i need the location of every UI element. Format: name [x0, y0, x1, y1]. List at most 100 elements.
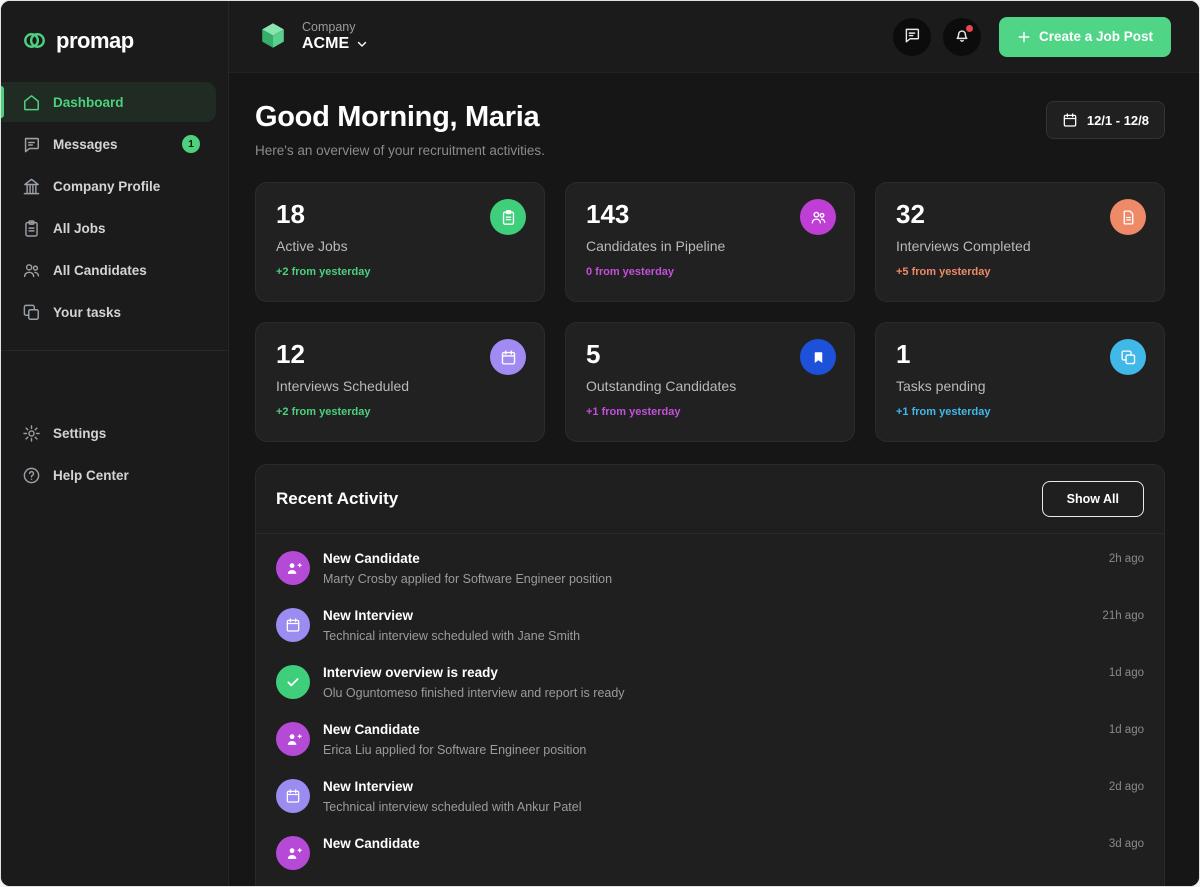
stat-label: Active Jobs [276, 238, 524, 254]
activity-item-title: New Candidate [323, 722, 1096, 737]
stat-label: Interviews Completed [896, 238, 1144, 254]
notification-dot [966, 25, 973, 32]
sidebar-item-label: All Jobs [53, 221, 106, 236]
stat-card-tasks-pending: 1 Tasks pending +1 from yesterday [875, 322, 1165, 442]
sidebar-item-label: Messages [53, 137, 118, 152]
sidebar-item-all-jobs[interactable]: All Jobs [1, 208, 216, 248]
activity-item-title: New Interview [323, 608, 1089, 623]
activity-item-description: Technical interview scheduled with Jane … [323, 629, 1089, 643]
stat-value: 32 [896, 199, 1144, 230]
activity-item-time: 21h ago [1102, 608, 1144, 622]
sidebar-item-label: Help Center [53, 468, 129, 483]
activity-item-title: New Interview [323, 779, 1096, 794]
sidebar-item-label: Settings [53, 426, 106, 441]
stat-value: 18 [276, 199, 524, 230]
activity-item[interactable]: New Candidate Marty Crosby applied for S… [256, 540, 1164, 597]
calendar-icon [276, 608, 310, 642]
stat-label: Interviews Scheduled [276, 378, 524, 394]
company-meta: Company ACME [302, 20, 369, 53]
stat-value: 5 [586, 339, 834, 370]
people-icon [800, 199, 836, 235]
main-area: Company ACME [229, 1, 1199, 886]
date-range-picker[interactable]: 12/1 - 12/8 [1046, 101, 1165, 139]
activity-item-description: Marty Crosby applied for Software Engine… [323, 572, 1096, 586]
tasks-icon [21, 302, 41, 322]
sidebar-divider [1, 350, 228, 351]
company-name: ACME [302, 35, 349, 53]
activity-item-time: 1d ago [1109, 665, 1144, 679]
messages-button[interactable] [893, 18, 931, 56]
sidebar-item-dashboard[interactable]: Dashboard [1, 82, 216, 122]
sidebar-item-messages[interactable]: Messages 1 [1, 124, 216, 164]
building-icon [21, 176, 41, 196]
activity-header: Recent Activity Show All [256, 465, 1164, 534]
chat-icon [21, 134, 41, 154]
stat-label: Outstanding Candidates [586, 378, 834, 394]
activity-item[interactable]: New Candidate 3d ago [256, 825, 1164, 881]
calendar-icon [1062, 112, 1078, 128]
person-add-icon [276, 722, 310, 756]
create-button-label: Create a Job Post [1039, 29, 1153, 44]
sidebar-item-all-candidates[interactable]: All Candidates [1, 250, 216, 290]
recent-activity-panel: Recent Activity Show All New Candidate M… [255, 464, 1165, 886]
activity-item[interactable]: Interview overview is ready Olu Oguntome… [256, 654, 1164, 711]
calendar-icon [490, 339, 526, 375]
activity-item-title: New Candidate [323, 836, 1096, 851]
topbar: Company ACME [229, 1, 1199, 73]
people-icon [21, 260, 41, 280]
check-icon [276, 665, 310, 699]
sidebar-nav: Dashboard Messages 1 Company Profile Al [1, 82, 228, 332]
stat-card-interviews-scheduled: 12 Interviews Scheduled +2 from yesterda… [255, 322, 545, 442]
activity-item-time: 2h ago [1109, 551, 1144, 565]
chat-icon [903, 26, 921, 47]
stat-card-interviews-completed: 32 Interviews Completed +5 from yesterda… [875, 182, 1165, 302]
stat-label: Tasks pending [896, 378, 1144, 394]
create-job-post-button[interactable]: Create a Job Post [999, 17, 1171, 57]
clipboard-icon [490, 199, 526, 235]
person-add-icon [276, 836, 310, 870]
chevron-down-icon [355, 37, 369, 51]
topbar-actions: Create a Job Post [893, 17, 1171, 57]
promap-logo-icon [21, 27, 48, 54]
stat-delta: +1 from yesterday [896, 406, 1144, 418]
show-all-button[interactable]: Show All [1042, 481, 1144, 517]
sidebar-item-help-center[interactable]: Help Center [1, 455, 216, 495]
sidebar-item-label: All Candidates [53, 263, 147, 278]
sidebar-item-settings[interactable]: Settings [1, 413, 216, 453]
sidebar-item-label: Company Profile [53, 179, 160, 194]
company-label: Company [302, 20, 369, 34]
home-icon [21, 92, 41, 112]
stat-delta: +5 from yesterday [896, 266, 1144, 278]
stat-delta: +2 from yesterday [276, 406, 524, 418]
activity-item-description: Olu Oguntomeso finished interview and re… [323, 686, 1096, 700]
stats-grid: 18 Active Jobs +2 from yesterday 143 Can… [255, 182, 1165, 442]
stat-value: 12 [276, 339, 524, 370]
page-title: Good Morning, Maria [255, 101, 545, 134]
stat-card-outstanding-candidates: 5 Outstanding Candidates +1 from yesterd… [565, 322, 855, 442]
sidebar-item-your-tasks[interactable]: Your tasks [1, 292, 216, 332]
sidebar-item-company-profile[interactable]: Company Profile [1, 166, 216, 206]
stat-delta: 0 from yesterday [586, 266, 834, 278]
activity-item-title: Interview overview is ready [323, 665, 1096, 680]
bookmark-icon [800, 339, 836, 375]
date-range-value: 12/1 - 12/8 [1087, 113, 1149, 128]
page-head: Good Morning, Maria Here's an overview o… [255, 101, 1165, 158]
stat-card-active-jobs: 18 Active Jobs +2 from yesterday [255, 182, 545, 302]
page-subtitle: Here's an overview of your recruitment a… [255, 143, 545, 158]
app-root: promap Dashboard Messages 1 Company [0, 0, 1200, 887]
activity-item-time: 1d ago [1109, 722, 1144, 736]
notifications-button[interactable] [943, 18, 981, 56]
stat-delta: +1 from yesterday [586, 406, 834, 418]
stat-label: Candidates in Pipeline [586, 238, 834, 254]
activity-item[interactable]: New Interview Technical interview schedu… [256, 768, 1164, 825]
stat-card-candidates-pipeline: 143 Candidates in Pipeline 0 from yester… [565, 182, 855, 302]
sidebar-footer: Settings Help Center [1, 413, 228, 495]
stat-value: 1 [896, 339, 1144, 370]
brand-logo: promap [1, 1, 228, 82]
activity-item[interactable]: New Candidate Erica Liu applied for Soft… [256, 711, 1164, 768]
activity-item-title: New Candidate [323, 551, 1096, 566]
sidebar-item-label: Your tasks [53, 305, 121, 320]
activity-title: Recent Activity [276, 489, 398, 509]
company-switcher[interactable]: Company ACME [255, 19, 369, 55]
activity-item[interactable]: New Interview Technical interview schedu… [256, 597, 1164, 654]
